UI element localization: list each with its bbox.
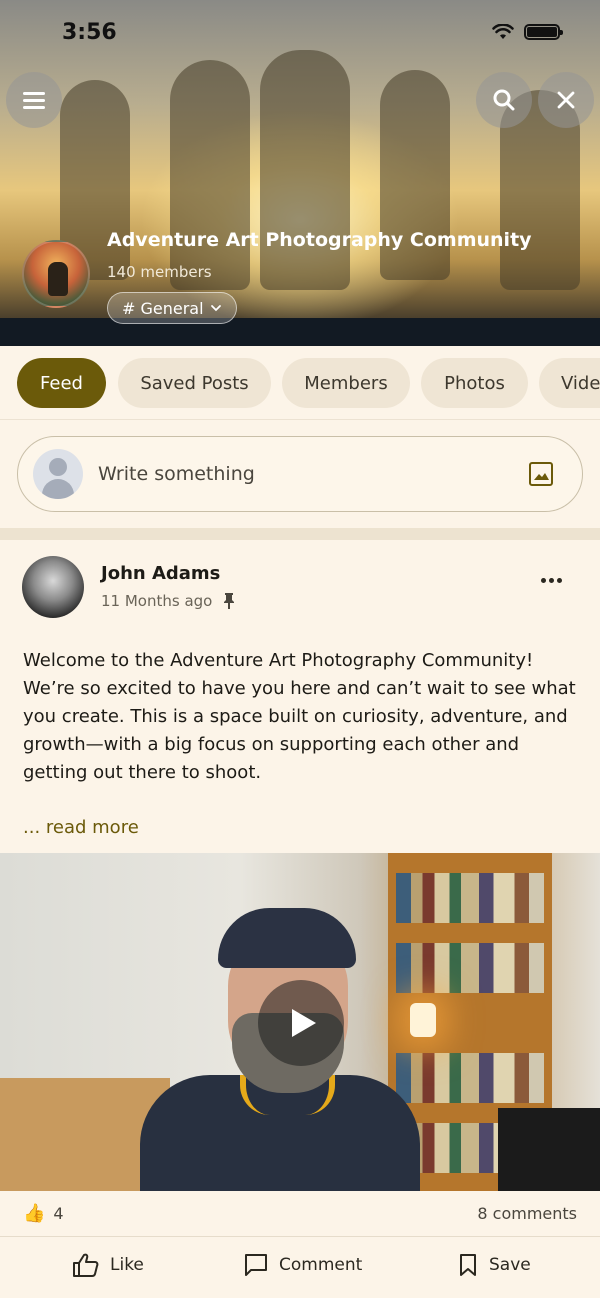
community-avatar[interactable] <box>22 240 90 308</box>
member-count[interactable]: 140 members <box>107 263 212 281</box>
close-icon <box>557 91 575 109</box>
pin-icon <box>224 593 235 609</box>
tab-videos[interactable]: Vide <box>539 358 600 408</box>
cover-silhouette <box>260 50 350 290</box>
battery-icon <box>524 24 563 40</box>
comment-label: Comment <box>279 1255 363 1275</box>
play-icon <box>292 1009 316 1037</box>
author-avatar[interactable] <box>22 556 84 618</box>
image-icon[interactable] <box>528 461 554 487</box>
channel-selector[interactable]: # General <box>107 292 237 324</box>
user-avatar <box>33 449 83 499</box>
section-divider <box>0 528 600 540</box>
reaction-summary[interactable]: 👍 4 <box>23 1203 64 1224</box>
post-stats: 👍 4 8 comments <box>0 1191 600 1237</box>
bookmark-icon <box>460 1254 476 1276</box>
comment-button[interactable]: Comment <box>243 1252 362 1278</box>
cover-silhouette <box>170 60 250 290</box>
tab-bar: Feed Saved Posts Members Photos Vide <box>0 346 600 420</box>
close-button[interactable] <box>538 72 594 128</box>
tab-members[interactable]: Members <box>282 358 410 408</box>
thumbs-up-icon <box>73 1253 99 1277</box>
search-icon <box>493 89 515 111</box>
read-more-link[interactable]: ... read more <box>23 817 139 838</box>
composer-placeholder[interactable]: Write something <box>98 463 528 485</box>
hamburger-icon <box>23 88 45 113</box>
post-meta: 11 Months ago <box>101 592 236 610</box>
thumbs-up-emoji-icon: 👍 <box>23 1203 46 1224</box>
post-video[interactable] <box>0 853 600 1191</box>
status-time: 3:56 <box>62 20 117 45</box>
status-icons <box>492 24 563 40</box>
comments-count[interactable]: 8 comments <box>477 1204 577 1223</box>
wifi-icon <box>492 24 514 39</box>
post-actions: Like Comment Save <box>0 1238 600 1298</box>
like-button[interactable]: Like <box>72 1252 144 1278</box>
community-name: Adventure Art Photography Community <box>107 229 532 251</box>
post-time: 11 Months ago <box>101 592 213 610</box>
play-button[interactable] <box>258 980 344 1066</box>
save-label: Save <box>489 1255 531 1275</box>
tab-photos[interactable]: Photos <box>421 358 528 408</box>
more-options-button[interactable] <box>541 578 562 583</box>
post-composer[interactable]: Write something <box>17 436 583 512</box>
channel-label: # General <box>122 298 204 318</box>
chevron-down-icon <box>210 305 221 312</box>
community-cover: 3:56 Adventure Art Photography Community… <box>0 0 600 346</box>
menu-button[interactable] <box>6 72 62 128</box>
tab-feed[interactable]: Feed <box>17 358 106 408</box>
reaction-count: 4 <box>53 1204 64 1223</box>
save-button[interactable]: Save <box>457 1252 531 1278</box>
post-body: Welcome to the Adventure Art Photography… <box>23 650 576 783</box>
tab-saved-posts[interactable]: Saved Posts <box>118 358 271 408</box>
search-button[interactable] <box>476 72 532 128</box>
comment-icon <box>245 1254 267 1276</box>
post-author[interactable]: John Adams <box>101 563 220 584</box>
like-label: Like <box>110 1255 144 1275</box>
